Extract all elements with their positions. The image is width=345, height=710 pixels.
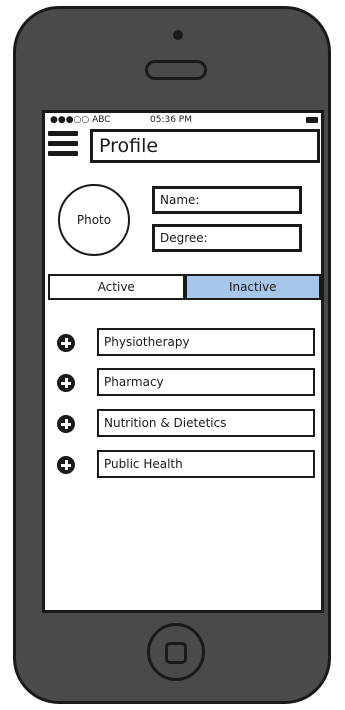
list-item[interactable]: Public Health [57, 450, 319, 480]
home-square-icon [165, 642, 187, 664]
page-title: Profile [90, 129, 320, 163]
status-bar: ●●●○○ ABC 05:36 PM [50, 114, 320, 127]
degree-field[interactable]: Degree: [152, 224, 302, 252]
list-item[interactable]: Nutrition & Dietetics [57, 409, 319, 439]
carrier-label: ●●●○○ ABC [50, 115, 111, 125]
list-item-label: Pharmacy [97, 368, 315, 396]
plus-circle-icon[interactable] [57, 334, 75, 352]
status-segmented-control: Active Inactive [48, 274, 321, 300]
battery-icon [306, 117, 318, 123]
speaker-icon [145, 60, 207, 80]
hamburger-menu-icon[interactable] [48, 131, 78, 157]
photo-label: Photo [76, 213, 112, 227]
name-field[interactable]: Name: [152, 186, 302, 214]
tab-inactive[interactable]: Inactive [184, 276, 319, 298]
camera-icon [173, 30, 183, 40]
plus-circle-icon[interactable] [57, 374, 75, 392]
list-item-label: Public Health [97, 450, 315, 478]
tab-active[interactable]: Active [50, 276, 185, 298]
plus-circle-icon[interactable] [57, 456, 75, 474]
list-item[interactable]: Physiotherapy [57, 328, 319, 358]
list-item-label: Nutrition & Dietetics [97, 409, 315, 437]
phone-screen: ●●●○○ ABC 05:36 PM Profile Photo Name: D… [42, 110, 324, 613]
list-item[interactable]: Pharmacy [57, 368, 319, 398]
plus-circle-icon[interactable] [57, 415, 75, 433]
mockup-stage: ●●●○○ ABC 05:36 PM Profile Photo Name: D… [0, 0, 345, 710]
profile-photo[interactable]: Photo [58, 184, 130, 256]
status-time: 05:36 PM [150, 115, 192, 125]
list-item-label: Physiotherapy [97, 328, 315, 356]
